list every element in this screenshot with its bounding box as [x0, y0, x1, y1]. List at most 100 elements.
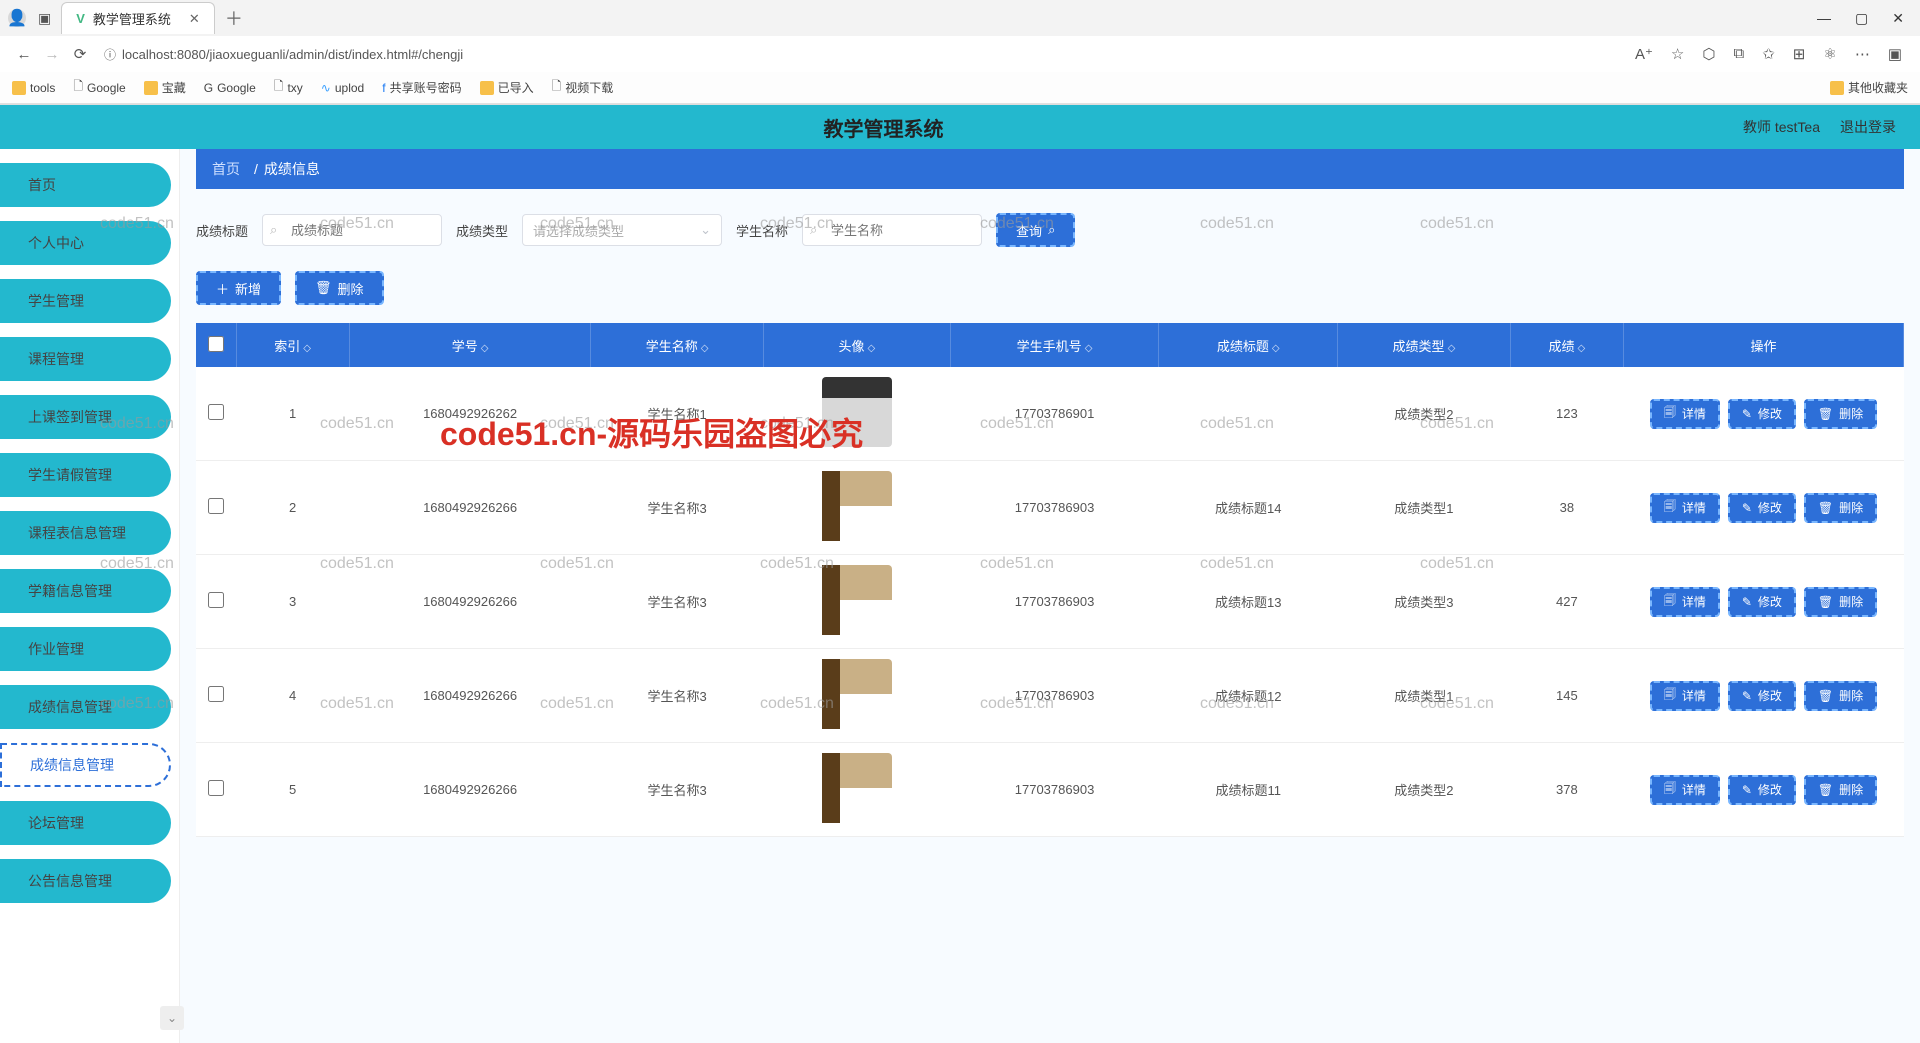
action-icon: ✎	[1742, 689, 1752, 703]
row-action-detail[interactable]: 🗐详情	[1650, 399, 1720, 429]
read-aloud-icon[interactable]: A⁺	[1635, 45, 1653, 63]
filter-student-input[interactable]	[802, 214, 982, 246]
row-action-detail[interactable]: 🗐详情	[1650, 775, 1720, 805]
sync-icon[interactable]: ⬡	[1702, 45, 1715, 63]
bookmarks-bar: tools 🗋 Google 宝藏 G Google 🗋 txy ∿ uplod…	[0, 72, 1920, 104]
browser-tab[interactable]: V 教学管理系统 ✕	[61, 2, 215, 34]
collections-icon[interactable]: ⧉	[1733, 45, 1744, 63]
tab-title: 教学管理系统	[93, 9, 171, 28]
row-action-delete[interactable]: 🗑删除	[1804, 587, 1877, 617]
table-header[interactable]: 学生名称◇	[591, 323, 764, 367]
row-action-edit[interactable]: ✎修改	[1728, 399, 1796, 429]
row-action-detail[interactable]: 🗐详情	[1650, 587, 1720, 617]
row-action-delete[interactable]: 🗑删除	[1804, 493, 1877, 523]
favorite-icon[interactable]: ☆	[1671, 45, 1684, 63]
table-header[interactable]: 操作	[1624, 323, 1904, 367]
action-icon: 🗐	[1664, 591, 1676, 612]
sidebar: 首页个人中心学生管理课程管理上课签到管理学生请假管理课程表信息管理学籍信息管理作…	[0, 149, 180, 1043]
more-icon[interactable]: ⋯	[1855, 45, 1870, 63]
reload-icon[interactable]: ⟳	[66, 45, 94, 63]
sidebar-item[interactable]: 学籍信息管理	[0, 569, 171, 613]
row-action-detail[interactable]: 🗐详情	[1650, 493, 1720, 523]
tab-overview-icon[interactable]: ▣	[38, 10, 51, 27]
chevron-down-icon: ⌄	[700, 222, 711, 238]
table-header[interactable]: 索引◇	[236, 323, 349, 367]
row-action-edit[interactable]: ✎修改	[1728, 493, 1796, 523]
table-header[interactable]: 头像◇	[763, 323, 950, 367]
favorites-bar-icon[interactable]: ✩	[1762, 45, 1775, 63]
close-icon[interactable]: ✕	[189, 11, 200, 27]
breadcrumb-home[interactable]: 首页	[212, 159, 240, 179]
scroll-down-icon[interactable]: ⌄	[160, 1006, 184, 1030]
breadcrumb-current: 成绩信息	[264, 159, 320, 179]
sidebar-item[interactable]: 学生管理	[0, 279, 171, 323]
back-icon[interactable]: ←	[10, 46, 38, 63]
sidebar-item[interactable]: 首页	[0, 163, 171, 207]
search-icon: ⌕	[270, 222, 277, 238]
new-tab-button[interactable]: ＋	[225, 5, 243, 31]
site-info-icon[interactable]: ⓘ	[104, 46, 116, 63]
row-action-delete[interactable]: 🗑删除	[1804, 399, 1877, 429]
bookmark-item[interactable]: 🗋 视频下载	[552, 77, 614, 98]
avatar	[822, 471, 892, 541]
qr-icon[interactable]: ⚛	[1823, 45, 1836, 63]
row-action-delete[interactable]: 🗑删除	[1804, 681, 1877, 711]
sidebar-item[interactable]: 作业管理	[0, 627, 171, 671]
action-icon: 🗑	[1818, 689, 1833, 703]
delete-button[interactable]: 🗑删除	[295, 271, 384, 305]
bookmark-item[interactable]: G Google	[204, 81, 256, 95]
extensions-icon[interactable]: ⊞	[1793, 45, 1806, 63]
sidebar-item[interactable]: 个人中心	[0, 221, 171, 265]
sidebar-toggle-icon[interactable]: ▣	[1888, 45, 1902, 63]
trash-icon: 🗑	[315, 280, 332, 296]
other-favorites[interactable]: 其他收藏夹	[1830, 79, 1908, 96]
minimize-icon[interactable]: —	[1817, 10, 1831, 27]
bookmark-item[interactable]: f 共享账号密码	[382, 79, 461, 96]
row-checkbox[interactable]	[208, 404, 224, 420]
avatar	[822, 753, 892, 823]
table-header[interactable]: 成绩◇	[1510, 323, 1623, 367]
maximize-icon[interactable]: ▢	[1855, 10, 1868, 27]
row-action-edit[interactable]: ✎修改	[1728, 681, 1796, 711]
data-table: 索引◇学号◇学生名称◇头像◇学生手机号◇成绩标题◇成绩类型◇成绩◇操作 1168…	[196, 323, 1904, 837]
row-checkbox[interactable]	[208, 498, 224, 514]
sidebar-item[interactable]: 公告信息管理	[0, 859, 171, 903]
row-action-edit[interactable]: ✎修改	[1728, 775, 1796, 805]
select-all-checkbox[interactable]	[208, 336, 224, 352]
avatar	[822, 565, 892, 635]
bookmark-item[interactable]: 宝藏	[144, 79, 186, 96]
forward-icon: →	[38, 46, 66, 63]
bookmark-item[interactable]: 已导入	[480, 79, 534, 96]
bookmark-item[interactable]: tools	[12, 81, 55, 95]
row-checkbox[interactable]	[208, 780, 224, 796]
filter-type-select[interactable]: 请选择成绩类型 ⌄	[522, 214, 722, 246]
table-header[interactable]: 学号◇	[349, 323, 591, 367]
sidebar-item[interactable]: 论坛管理	[0, 801, 171, 845]
window-close-icon[interactable]: ✕	[1892, 10, 1904, 27]
row-checkbox[interactable]	[208, 592, 224, 608]
row-checkbox[interactable]	[208, 686, 224, 702]
row-action-edit[interactable]: ✎修改	[1728, 587, 1796, 617]
table-header[interactable]: 成绩类型◇	[1338, 323, 1511, 367]
bookmark-item[interactable]: 🗋 txy	[274, 77, 303, 98]
action-icon: ✎	[1742, 595, 1752, 609]
logout-link[interactable]: 退出登录	[1840, 117, 1896, 137]
query-button[interactable]: 查询⌕	[996, 213, 1075, 247]
url-text[interactable]: localhost:8080/jiaoxueguanli/admin/dist/…	[122, 47, 463, 62]
sidebar-item[interactable]: 成绩信息管理	[0, 743, 171, 787]
bookmark-item[interactable]: ∿ uplod	[321, 81, 364, 95]
filter-title-input[interactable]	[262, 214, 442, 246]
table-header[interactable]: 学生手机号◇	[950, 323, 1159, 367]
profile-icon[interactable]: 👤	[8, 9, 26, 27]
row-action-detail[interactable]: 🗐详情	[1650, 681, 1720, 711]
bookmark-item[interactable]: 🗋 Google	[73, 77, 125, 98]
add-button[interactable]: ＋新增	[196, 271, 281, 305]
sidebar-item[interactable]: 上课签到管理	[0, 395, 171, 439]
sidebar-item[interactable]: 学生请假管理	[0, 453, 171, 497]
sidebar-item[interactable]: 课程管理	[0, 337, 171, 381]
sidebar-item[interactable]: 成绩信息管理	[0, 685, 171, 729]
table-row: 51680492926266学生名称317703786903成绩标题11成绩类型…	[196, 743, 1904, 837]
row-action-delete[interactable]: 🗑删除	[1804, 775, 1877, 805]
table-header[interactable]: 成绩标题◇	[1159, 323, 1338, 367]
sidebar-item[interactable]: 课程表信息管理	[0, 511, 171, 555]
